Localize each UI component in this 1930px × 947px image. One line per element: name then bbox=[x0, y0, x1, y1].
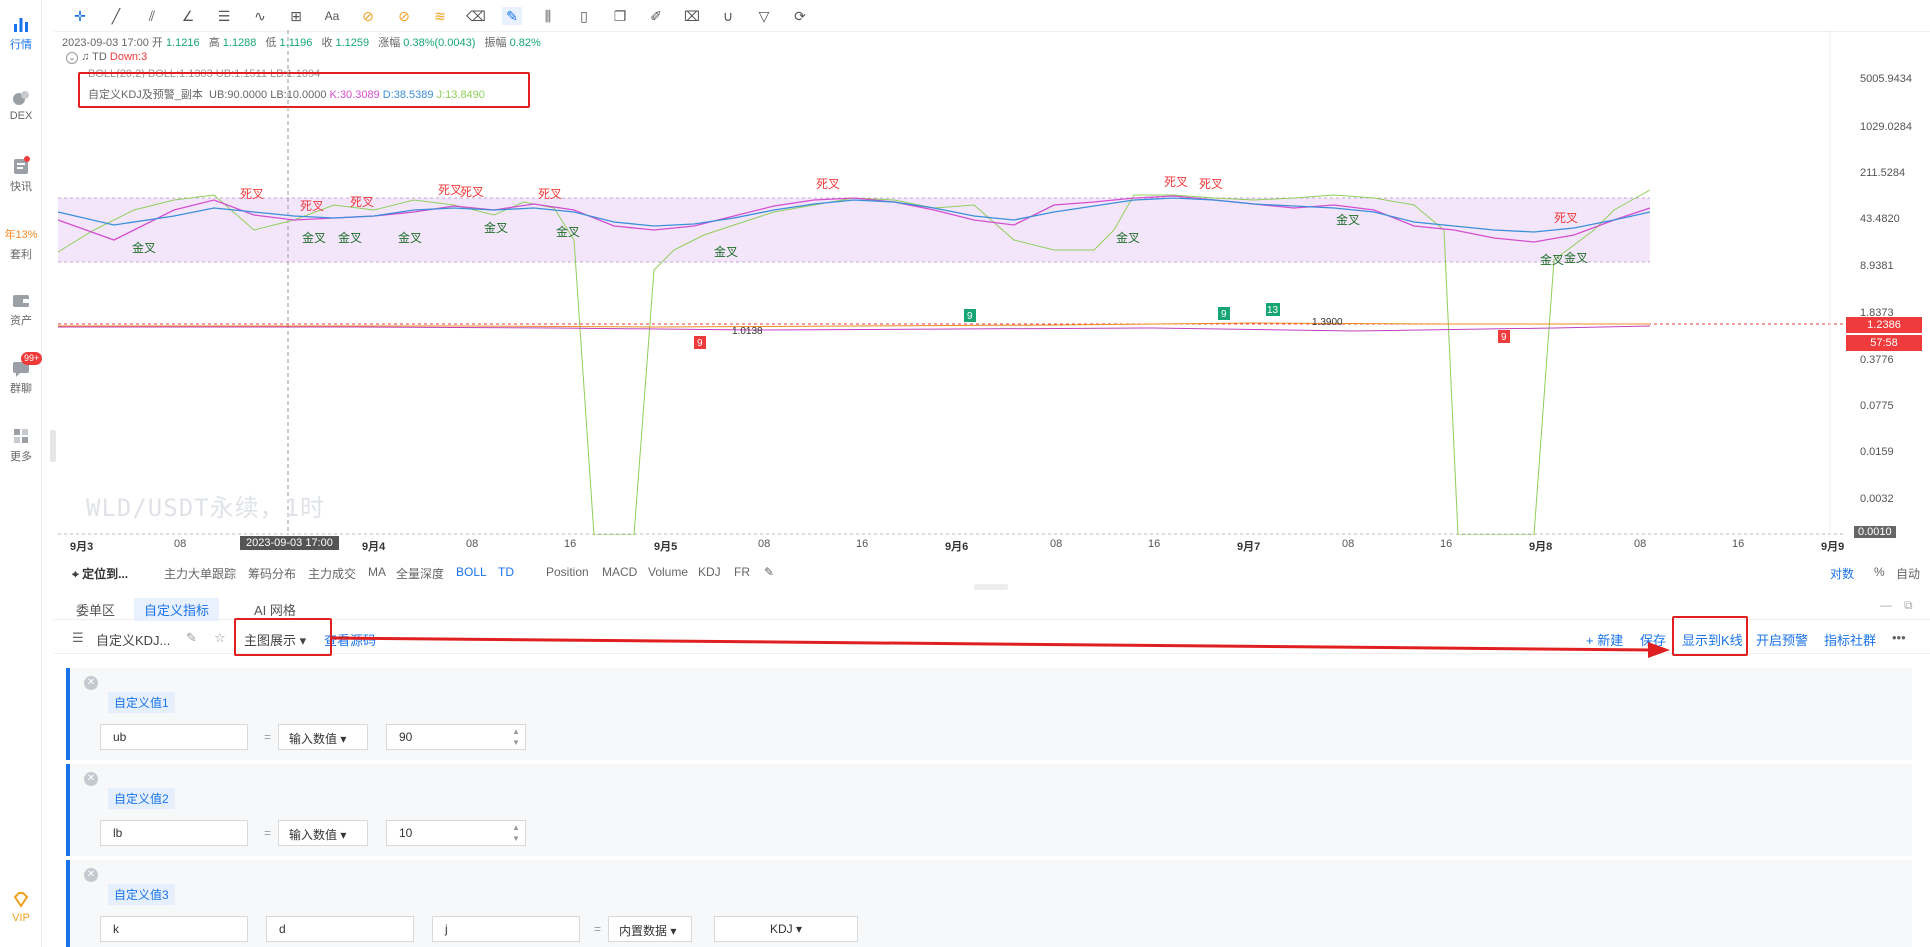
number-stepper[interactable]: ▲ ▼ bbox=[512, 726, 520, 748]
card-title: 自定义值3 bbox=[108, 884, 175, 905]
diamond-icon bbox=[13, 892, 29, 908]
custom-value-card: ✕ 自定义值2 lb = 输入数值 ▾ 10 ▲ ▼ bbox=[66, 764, 1912, 856]
sidebar-item-label: 资产 bbox=[10, 315, 32, 327]
remove-card-icon[interactable]: ✕ bbox=[84, 868, 98, 882]
value-type: 输入数值 bbox=[289, 732, 338, 746]
sidebar-item-arbitrage[interactable]: 年13% 套利 bbox=[0, 226, 42, 262]
builtin-data-select[interactable]: KDJ ▾ bbox=[714, 916, 858, 942]
sidebar-item-label: DEX bbox=[9, 110, 33, 122]
variable-name-input[interactable]: ub bbox=[100, 724, 248, 750]
arrow-head bbox=[1648, 642, 1670, 658]
arrow-shaft bbox=[331, 636, 1655, 652]
variable-name-input[interactable]: d bbox=[266, 916, 414, 942]
sidebar-item-label: 行情 bbox=[10, 39, 32, 51]
news-icon bbox=[14, 156, 30, 174]
card-title: 自定义值2 bbox=[108, 788, 175, 809]
sidebar-item-news[interactable]: 快讯 bbox=[0, 156, 42, 194]
value-input[interactable]: 90 bbox=[386, 724, 526, 750]
value-type: 输入数值 bbox=[289, 828, 338, 842]
wallet-icon bbox=[13, 295, 29, 307]
equals-sign: = bbox=[594, 922, 602, 936]
sidebar-item-label: 群聊 bbox=[10, 383, 32, 395]
sidebar-item-more[interactable]: 更多 bbox=[0, 426, 42, 464]
sidebar-item-dex[interactable]: DEX bbox=[0, 88, 42, 122]
equals-sign: = bbox=[264, 730, 272, 744]
value-type: 内置数据 bbox=[619, 924, 668, 938]
sidebar-item-assets[interactable]: 资产 bbox=[0, 290, 42, 328]
sidebar-item-chat[interactable]: 99+ 群聊 bbox=[0, 352, 43, 396]
builtin-data-value: KDJ bbox=[769, 922, 793, 936]
value-input[interactable]: 10 bbox=[386, 820, 526, 846]
value-type-select[interactable]: 输入数值 ▾ bbox=[278, 724, 368, 750]
chat-badge: 99+ bbox=[21, 352, 43, 365]
dex-icon bbox=[13, 91, 29, 105]
left-sidebar: 行情 DEX 快讯 年13% 套利 资产 99+ 群聊 更多 VIP bbox=[0, 0, 43, 947]
remove-card-icon[interactable]: ✕ bbox=[84, 772, 98, 786]
grid-icon bbox=[14, 429, 28, 443]
sidebar-item-label: 快讯 bbox=[10, 181, 32, 193]
sidebar-item-label: 更多 bbox=[10, 451, 32, 463]
number-stepper[interactable]: ▲ ▼ bbox=[512, 822, 520, 844]
equals-sign: = bbox=[264, 826, 272, 840]
card-title: 自定义值1 bbox=[108, 692, 175, 713]
variable-name-input[interactable]: j bbox=[432, 916, 580, 942]
sidebar-item-market[interactable]: 行情 bbox=[0, 14, 42, 52]
variable-name-input[interactable]: lb bbox=[100, 820, 248, 846]
sidebar-item-vip[interactable]: VIP bbox=[0, 890, 42, 924]
remove-card-icon[interactable]: ✕ bbox=[84, 676, 98, 690]
custom-value-card: ✕ 自定义值3 k d j = 内置数据 ▾ KDJ ▾ bbox=[66, 860, 1912, 947]
sidebar-item-label: 套利 bbox=[10, 249, 32, 261]
custom-value-card: ✕ 自定义值1 ub = 输入数值 ▾ 90 ▲ ▼ bbox=[66, 668, 1912, 760]
value-type-select[interactable]: 内置数据 ▾ bbox=[608, 916, 692, 942]
variable-name-input[interactable]: k bbox=[100, 916, 248, 942]
sidebar-item-label: VIP bbox=[12, 912, 30, 924]
main-area: ✛ ╱ ⫽ ∠ ☰ ∿ ⊞ Aa ⊘ ⊘ ≋ ⌫ ✎ ⫼ ▯ ❐ ✐ ⌧ ∪ ▽… bbox=[54, 0, 1930, 947]
bar-chart-icon bbox=[14, 18, 28, 32]
arbitrage-rate: 年13% bbox=[4, 229, 38, 241]
value-type-select[interactable]: 输入数值 ▾ bbox=[278, 820, 368, 846]
